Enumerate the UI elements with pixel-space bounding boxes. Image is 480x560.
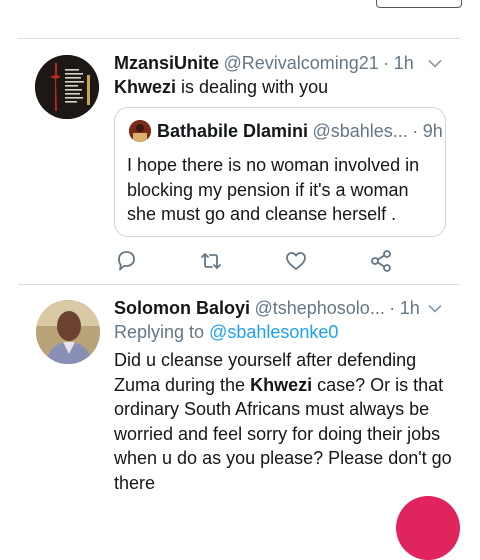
separator-dot: ·: [412, 121, 419, 141]
bold-text: Khwezi: [250, 374, 313, 395]
bold-text: Khwezi: [114, 77, 177, 97]
chevron-down-icon[interactable]: [428, 59, 442, 68]
compose-button[interactable]: [396, 496, 460, 560]
user-handle[interactable]: @tshephosolo...: [254, 298, 384, 318]
share-icon[interactable]: [368, 248, 394, 274]
avatar[interactable]: [36, 300, 100, 364]
quoted-line: blocking my pension if it's a woman: [127, 179, 409, 200]
tweet-text: Khwezi is dealing with you: [114, 75, 328, 100]
quoted-tweet[interactable]: Bathabile Dlamini @sbahles... · 9h I hop…: [114, 107, 446, 237]
text-rest: is dealing with you: [176, 77, 329, 97]
quoted-timestamp: 9h: [422, 121, 443, 141]
mention-link[interactable]: @sbahlesonke0: [209, 322, 338, 342]
retweet-icon[interactable]: [198, 248, 224, 274]
quoted-avatar: [129, 120, 151, 142]
user-handle[interactable]: @Revivalcoming21: [223, 53, 378, 73]
separator-dot: ·: [389, 298, 396, 318]
quoted-text: I hope there is no woman involved in blo…: [127, 153, 419, 227]
tweet-line: ordinary South Africans must always be: [114, 399, 430, 419]
quoted-handle: @sbahles...: [312, 121, 408, 141]
reply-icon[interactable]: [113, 248, 139, 274]
timestamp: 1h: [393, 53, 414, 73]
replying-to: Replying to @sbahlesonke0: [114, 322, 338, 343]
divider: [18, 284, 460, 285]
like-icon[interactable]: [283, 248, 309, 274]
display-name[interactable]: MzansiUnite: [114, 53, 219, 73]
tweet-line: worried and feel sorry for doing their j…: [114, 423, 441, 444]
tweet-line: when u do as you please? Please don't go: [114, 448, 452, 468]
top-button[interactable]: [376, 0, 462, 8]
tweet-line: Zuma during the Khwezi case? Or is that: [114, 373, 452, 398]
text-pre: Zuma during the: [114, 374, 251, 395]
text-post: case? Or is that: [312, 374, 444, 395]
quoted-line: she must go and cleanse herself .: [127, 204, 397, 224]
timestamp: 1h: [399, 298, 420, 318]
tweet-text: Did u cleanse yourself after defending Z…: [114, 348, 452, 495]
divider: [18, 38, 460, 39]
tweet-actions: [0, 248, 480, 274]
separator-dot: ·: [383, 53, 390, 73]
quoted-display-name: Bathabile Dlamini: [157, 121, 309, 141]
quoted-line: I hope there is no woman involved in: [127, 155, 420, 175]
tweet-line: there: [114, 472, 156, 493]
avatar[interactable]: [35, 55, 99, 119]
chevron-down-icon[interactable]: [428, 304, 442, 313]
tweet-line: Did u cleanse yourself after defending: [114, 350, 417, 370]
replying-prefix: Replying to: [114, 322, 205, 342]
display-name[interactable]: Solomon Baloyi: [114, 298, 250, 318]
